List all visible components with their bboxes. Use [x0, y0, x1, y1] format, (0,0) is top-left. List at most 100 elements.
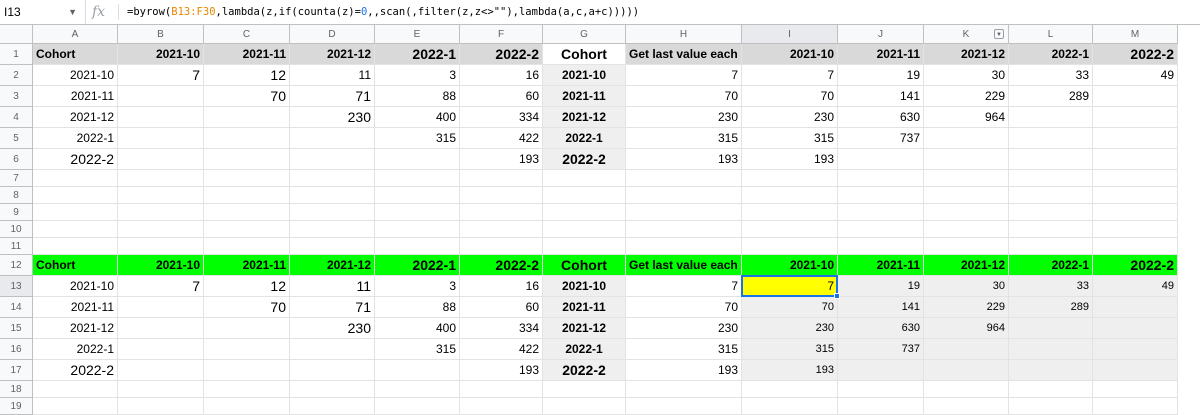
- cell-e4[interactable]: 400: [375, 107, 460, 128]
- cell-k9[interactable]: [924, 204, 1009, 221]
- cell-g17[interactable]: 2022-2: [543, 360, 626, 381]
- cell-i11[interactable]: [742, 238, 838, 255]
- cell-c15[interactable]: [204, 318, 290, 339]
- cell-g3[interactable]: 2021-11: [543, 86, 626, 107]
- cell-m2[interactable]: 49: [1093, 65, 1178, 86]
- cell-a2[interactable]: 2021-10: [33, 65, 118, 86]
- cell-l17[interactable]: [1009, 360, 1093, 381]
- column-header-b[interactable]: B: [118, 25, 204, 44]
- cell-e1[interactable]: 2022-1: [375, 44, 460, 65]
- row-header-9[interactable]: 9: [0, 204, 33, 221]
- cell-j2[interactable]: 19: [838, 65, 924, 86]
- cell-g15[interactable]: 2021-12: [543, 318, 626, 339]
- column-header-c[interactable]: C: [204, 25, 290, 44]
- cell-f19[interactable]: [460, 398, 543, 415]
- cell-b10[interactable]: [118, 221, 204, 238]
- cell-g19[interactable]: [543, 398, 626, 415]
- cell-e5[interactable]: 315: [375, 128, 460, 149]
- cell-b18[interactable]: [118, 381, 204, 398]
- cell-g2[interactable]: 2021-10: [543, 65, 626, 86]
- cell-c8[interactable]: [204, 187, 290, 204]
- cell-f17[interactable]: 193: [460, 360, 543, 381]
- row-header-16[interactable]: 16: [0, 339, 33, 360]
- cell-e12[interactable]: 2022-1: [375, 255, 460, 276]
- cell-m14[interactable]: [1093, 297, 1178, 318]
- cell-e13[interactable]: 3: [375, 276, 460, 297]
- cell-e7[interactable]: [375, 170, 460, 187]
- cell-l2[interactable]: 33: [1009, 65, 1093, 86]
- row-header-11[interactable]: 11: [0, 238, 33, 255]
- cell-k6[interactable]: [924, 149, 1009, 170]
- cell-d5[interactable]: [290, 128, 375, 149]
- cell-i12[interactable]: 2021-10: [742, 255, 838, 276]
- cell-m3[interactable]: [1093, 86, 1178, 107]
- cell-f8[interactable]: [460, 187, 543, 204]
- cell-j7[interactable]: [838, 170, 924, 187]
- cell-l9[interactable]: [1009, 204, 1093, 221]
- row-header-8[interactable]: 8: [0, 187, 33, 204]
- row-header-13[interactable]: 13: [0, 276, 33, 297]
- row-header-19[interactable]: 19: [0, 398, 33, 415]
- cell-m10[interactable]: [1093, 221, 1178, 238]
- cell-k5[interactable]: [924, 128, 1009, 149]
- cell-c5[interactable]: [204, 128, 290, 149]
- column-header-k[interactable]: K ▼: [924, 25, 1009, 44]
- cell-g8[interactable]: [543, 187, 626, 204]
- cell-l5[interactable]: [1009, 128, 1093, 149]
- cell-i17[interactable]: 193: [742, 360, 838, 381]
- cell-j17[interactable]: [838, 360, 924, 381]
- cell-c9[interactable]: [204, 204, 290, 221]
- cell-e6[interactable]: [375, 149, 460, 170]
- cell-a5[interactable]: 2022-1: [33, 128, 118, 149]
- cell-g18[interactable]: [543, 381, 626, 398]
- cell-f16[interactable]: 422: [460, 339, 543, 360]
- cell-d11[interactable]: [290, 238, 375, 255]
- cell-c6[interactable]: [204, 149, 290, 170]
- cell-e3[interactable]: 88: [375, 86, 460, 107]
- cell-j16[interactable]: 737: [838, 339, 924, 360]
- cell-l1[interactable]: 2022-1: [1009, 44, 1093, 65]
- column-header-l[interactable]: L: [1009, 25, 1093, 44]
- cell-c4[interactable]: [204, 107, 290, 128]
- cell-h3[interactable]: 70: [626, 86, 742, 107]
- cell-b5[interactable]: [118, 128, 204, 149]
- cell-k8[interactable]: [924, 187, 1009, 204]
- cell-d7[interactable]: [290, 170, 375, 187]
- cell-m8[interactable]: [1093, 187, 1178, 204]
- cell-b9[interactable]: [118, 204, 204, 221]
- column-header-m[interactable]: M: [1093, 25, 1178, 44]
- cell-l6[interactable]: [1009, 149, 1093, 170]
- cell-f7[interactable]: [460, 170, 543, 187]
- cell-j15[interactable]: 630: [838, 318, 924, 339]
- cell-h13[interactable]: 7: [626, 276, 742, 297]
- cell-i15[interactable]: 230: [742, 318, 838, 339]
- cell-b14[interactable]: [118, 297, 204, 318]
- cell-j6[interactable]: [838, 149, 924, 170]
- column-header-j[interactable]: J: [838, 25, 924, 44]
- cell-b13[interactable]: 7: [118, 276, 204, 297]
- cell-k15[interactable]: 964: [924, 318, 1009, 339]
- cell-l13[interactable]: 33: [1009, 276, 1093, 297]
- cell-e19[interactable]: [375, 398, 460, 415]
- cell-f3[interactable]: 60: [460, 86, 543, 107]
- cell-c1[interactable]: 2021-11: [204, 44, 290, 65]
- cell-b7[interactable]: [118, 170, 204, 187]
- cell-m15[interactable]: [1093, 318, 1178, 339]
- select-all-corner[interactable]: [0, 25, 33, 44]
- cell-a19[interactable]: [33, 398, 118, 415]
- cell-i1[interactable]: 2021-10: [742, 44, 838, 65]
- cell-g7[interactable]: [543, 170, 626, 187]
- cell-j5[interactable]: 737: [838, 128, 924, 149]
- cell-f15[interactable]: 334: [460, 318, 543, 339]
- cell-j10[interactable]: [838, 221, 924, 238]
- cell-g12[interactable]: Cohort: [543, 255, 626, 276]
- cell-h8[interactable]: [626, 187, 742, 204]
- row-header-7[interactable]: 7: [0, 170, 33, 187]
- cell-m4[interactable]: [1093, 107, 1178, 128]
- cell-i14[interactable]: 70: [742, 297, 838, 318]
- cell-f11[interactable]: [460, 238, 543, 255]
- cell-k3[interactable]: 229: [924, 86, 1009, 107]
- cell-h4[interactable]: 230: [626, 107, 742, 128]
- cell-i2[interactable]: 7: [742, 65, 838, 86]
- cell-m13[interactable]: 49: [1093, 276, 1178, 297]
